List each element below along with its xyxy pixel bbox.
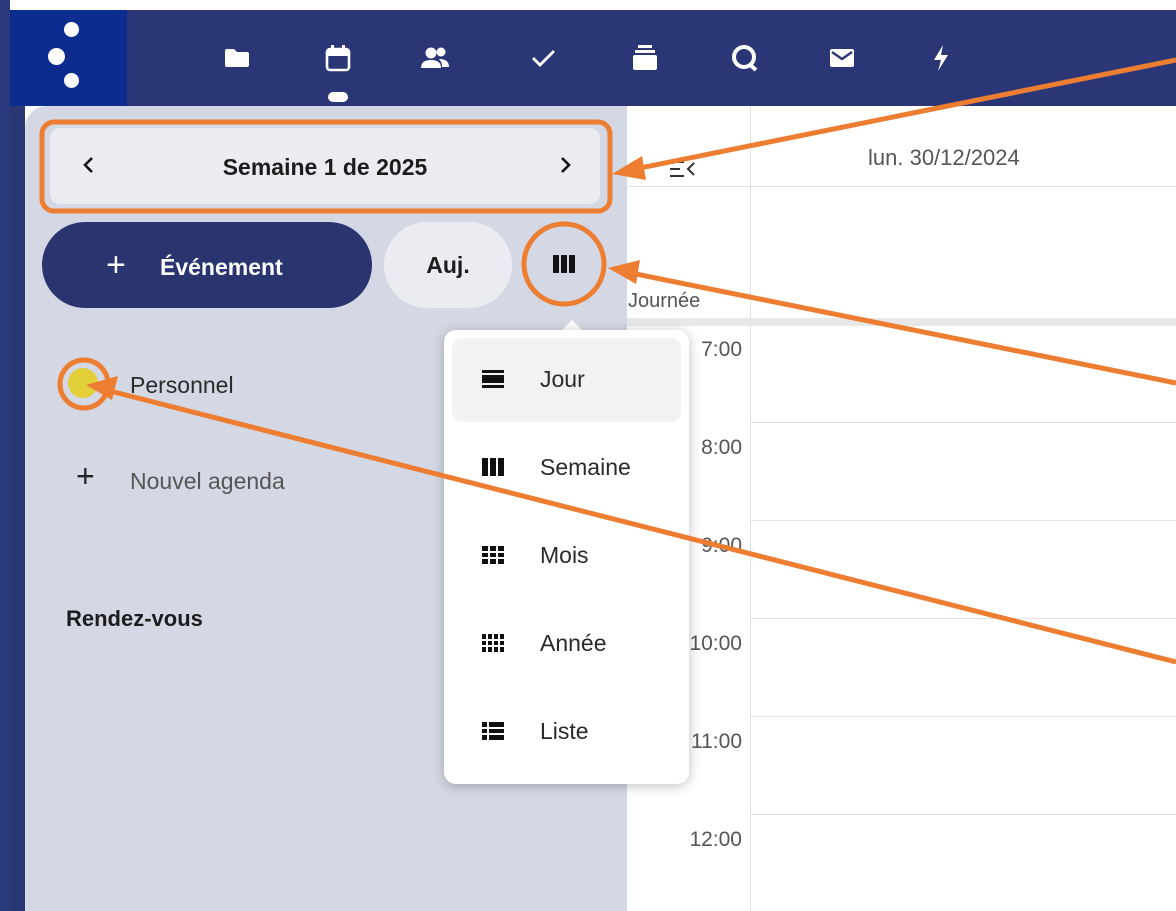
week-title[interactable]: Semaine 1 de 2025 (50, 154, 600, 181)
allday-separator (627, 318, 1176, 326)
calendar-icon[interactable] (321, 42, 355, 74)
view-menu-item-month[interactable]: Mois (452, 514, 681, 598)
view-menu-label: Année (540, 630, 607, 656)
contacts-icon[interactable] (418, 42, 452, 74)
view-menu-label: Semaine (540, 454, 631, 480)
view-month-icon (482, 546, 504, 564)
view-week-icon (482, 458, 504, 476)
new-event-label: Événement (160, 254, 283, 280)
deck-icon[interactable] (628, 42, 662, 74)
new-event-button[interactable]: + Événement (42, 222, 372, 308)
view-week-icon (553, 255, 575, 273)
view-day-icon (482, 370, 504, 388)
hour-label: 12:00 (689, 828, 742, 851)
activity-icon[interactable] (924, 42, 958, 74)
top-navigation-bar (10, 10, 1176, 106)
frame-top (0, 0, 1176, 10)
mail-icon[interactable] (825, 42, 859, 74)
plus-icon: + (106, 246, 126, 284)
plus-icon[interactable]: + (76, 460, 95, 492)
time-column-divider (750, 106, 751, 911)
hour-line (750, 814, 1176, 815)
view-menu-item-week[interactable]: Semaine (452, 426, 681, 510)
frame-left (0, 0, 10, 911)
active-app-indicator (328, 92, 348, 102)
hour-line (750, 716, 1176, 717)
day-header[interactable]: lun. 30/12/2024 (868, 145, 1020, 171)
view-menu: Jour Semaine Mois Année Liste (444, 330, 689, 784)
calendar-color-dot[interactable] (68, 368, 98, 398)
new-calendar-link[interactable]: Nouvel agenda (130, 468, 285, 495)
hour-line (750, 422, 1176, 423)
view-menu-label: Jour (540, 366, 585, 392)
view-menu-item-day[interactable]: Jour (452, 338, 681, 422)
view-menu-label: Mois (540, 542, 589, 568)
view-switcher-button[interactable] (526, 226, 602, 302)
view-menu-item-list[interactable]: Liste (452, 690, 681, 774)
header-divider (627, 186, 1176, 187)
collapse-sidebar-icon[interactable] (668, 158, 698, 182)
view-year-icon (482, 634, 504, 652)
tasks-icon[interactable] (526, 42, 560, 74)
view-menu-label: Liste (540, 718, 589, 744)
today-button[interactable]: Auj. (384, 222, 512, 308)
hour-line (750, 520, 1176, 521)
annotation-arrow (625, 269, 1176, 386)
files-icon[interactable] (220, 42, 254, 74)
nextcloud-logo[interactable] (10, 10, 127, 106)
view-menu-item-year[interactable]: Année (452, 602, 681, 686)
talk-icon[interactable] (728, 42, 762, 74)
sidebar-edge (10, 106, 25, 911)
calendar-item-personnel[interactable]: Personnel (130, 372, 234, 399)
hour-line (750, 618, 1176, 619)
chevron-right-icon[interactable] (550, 150, 580, 180)
week-navigator: Semaine 1 de 2025 (50, 128, 600, 204)
appointments-heading[interactable]: Rendez-vous (66, 606, 203, 632)
allday-label: Journée (628, 290, 701, 312)
view-list-icon (482, 722, 504, 740)
